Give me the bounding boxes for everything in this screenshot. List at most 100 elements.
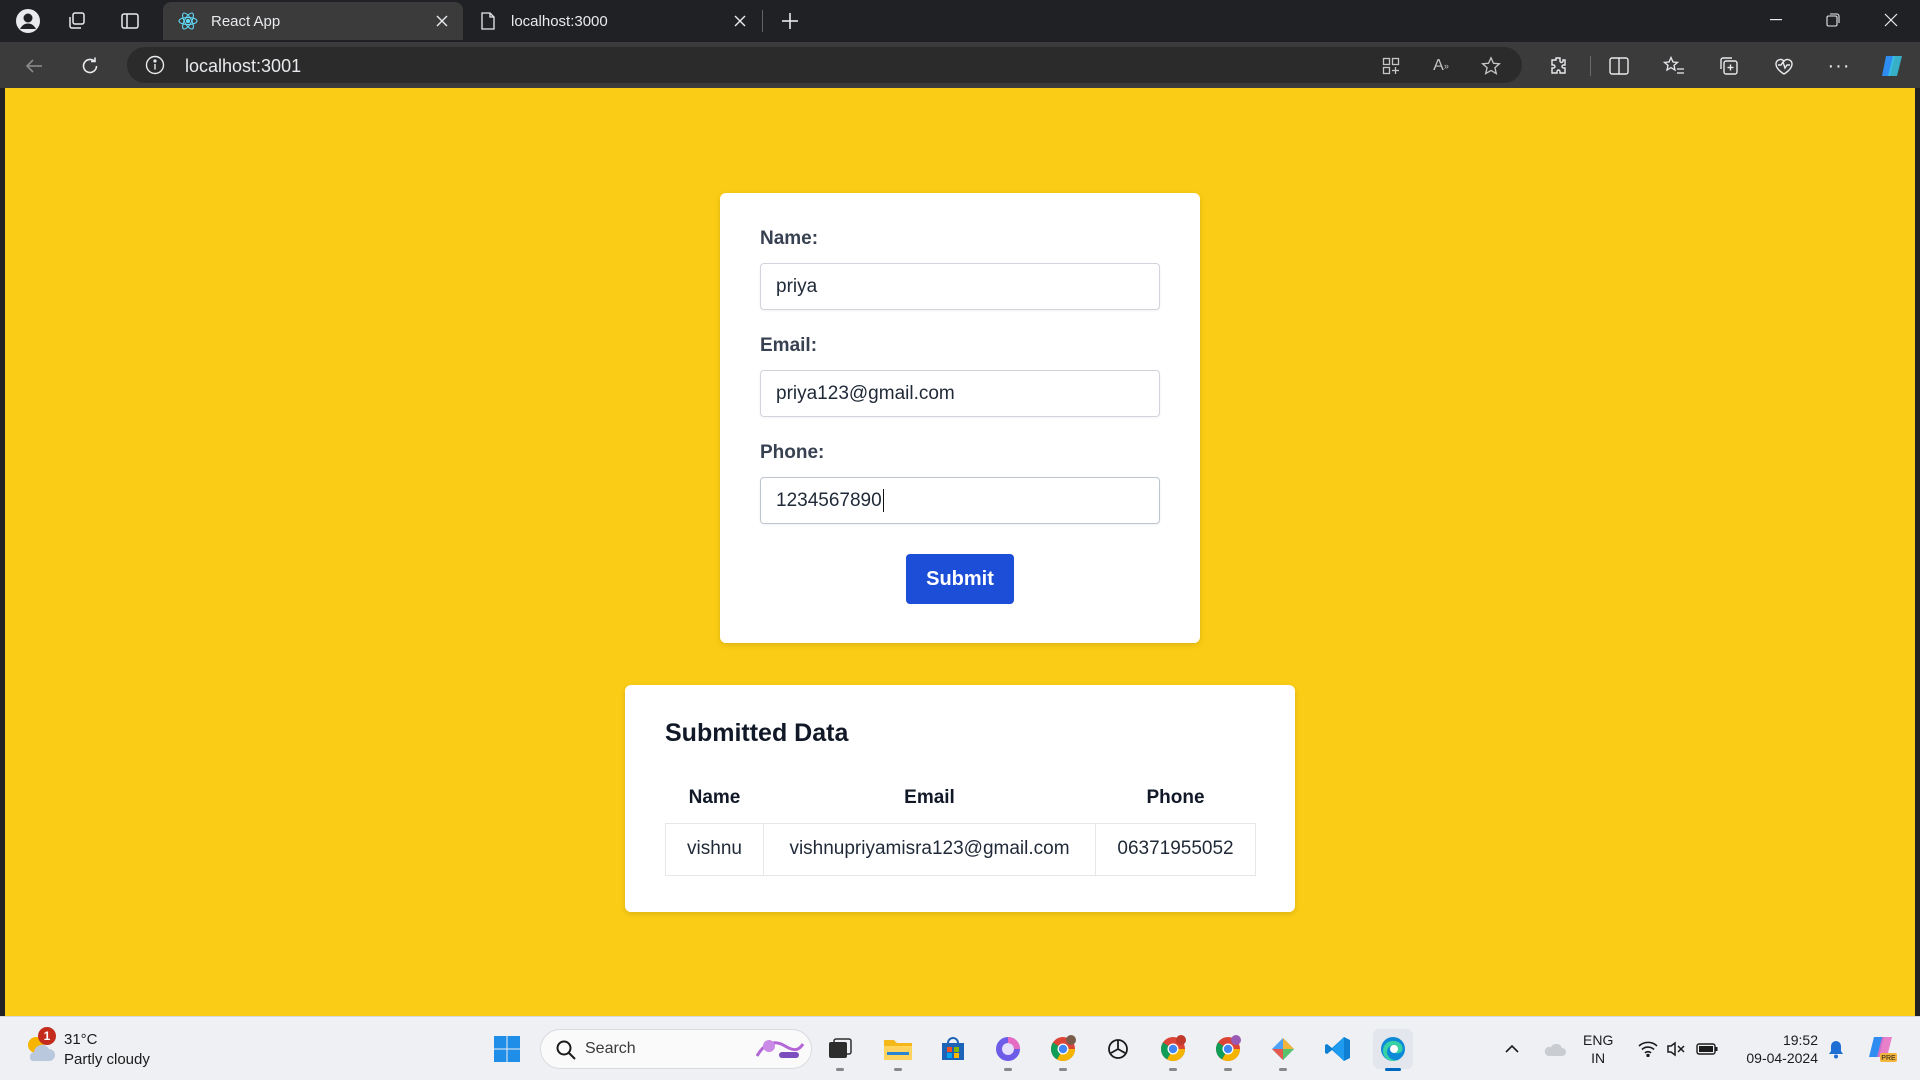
tab-title: localhost:3000 (511, 12, 608, 30)
browser-toolbar: localhost:3001 A» ··· (0, 42, 1920, 88)
name-input-value: priya (776, 275, 818, 297)
tab-title: React App (211, 12, 281, 30)
contact-form-card: Name: priya Email: priya123@gmail.com Ph… (720, 193, 1200, 643)
cell-name: vishnu (665, 822, 764, 876)
restore-icon[interactable] (1805, 0, 1861, 40)
input-language-indicator[interactable]: ENG IN (1583, 1031, 1613, 1067)
email-input-value: priya123@gmail.com (776, 382, 955, 404)
taskbar-search-box[interactable]: Search (540, 1029, 812, 1069)
refresh-icon[interactable] (74, 50, 106, 82)
submitted-data-card: Submitted Data Name Email Phone vishnu v… (625, 685, 1295, 912)
chrome-profile-2-icon[interactable] (1153, 1029, 1193, 1071)
search-icon (555, 1039, 577, 1061)
running-indicator (1004, 1068, 1012, 1071)
clock-date: 09-04-2024 (1746, 1050, 1818, 1066)
system-clock[interactable]: 19:52 09-04-2024 (1732, 1031, 1818, 1067)
clock-time: 19:52 (1782, 1032, 1818, 1048)
url-text[interactable]: localhost:3001 (185, 56, 301, 77)
notification-bell-icon[interactable] (1822, 1035, 1850, 1063)
email-label: Email: (760, 335, 818, 356)
speaker-muted-icon[interactable] (1662, 1035, 1690, 1063)
copilot-app-icon[interactable] (988, 1029, 1028, 1071)
browser-tab-bar: React App localhost:3000 (0, 0, 1920, 42)
tab-localhost-3000[interactable]: localhost:3000 (463, 2, 761, 40)
name-input[interactable]: priya (760, 263, 1160, 310)
site-info-icon[interactable] (145, 55, 165, 75)
browser-essentials-icon[interactable] (1769, 51, 1799, 81)
tab-close-icon[interactable] (429, 8, 455, 34)
read-aloud-icon[interactable]: A» (1429, 54, 1453, 78)
column-header-name: Name (688, 786, 741, 808)
submit-button[interactable]: Submit (906, 554, 1014, 604)
app-available-icon[interactable] (1379, 54, 1403, 78)
back-arrow-icon[interactable] (18, 50, 50, 82)
profile-icon[interactable] (14, 7, 42, 35)
show-hidden-icons-chevron-icon[interactable] (1498, 1035, 1526, 1063)
split-screen-icon[interactable] (1604, 51, 1634, 81)
chrome-profile-3-icon[interactable] (1208, 1029, 1248, 1071)
chatgpt-icon[interactable] (1098, 1029, 1138, 1069)
running-indicator (1169, 1068, 1177, 1071)
running-indicator (894, 1068, 902, 1071)
wifi-icon[interactable] (1634, 1035, 1662, 1063)
weather-widget[interactable]: 1 31°C Partly cloudy (18, 1027, 168, 1071)
text-caret (882, 489, 885, 512)
copilot-icon[interactable] (1878, 51, 1908, 81)
start-windows-icon[interactable] (487, 1029, 527, 1069)
region-code: IN (1591, 1050, 1606, 1066)
minimize-icon[interactable] (1748, 0, 1804, 40)
battery-charging-icon[interactable] (1693, 1035, 1721, 1063)
cell-email: vishnupriyamisra123@gmail.com (763, 822, 1096, 876)
svg-text:PRE: PRE (1881, 1055, 1896, 1062)
address-bar[interactable]: localhost:3001 A» (127, 47, 1522, 83)
vscode-icon[interactable] (1318, 1029, 1358, 1069)
tab-actions-icon[interactable] (116, 7, 144, 35)
close-window-icon[interactable] (1863, 0, 1919, 40)
gemini-app-icon[interactable] (1263, 1029, 1303, 1071)
new-tab-plus-icon[interactable] (775, 7, 805, 35)
more-options-icon[interactable]: ··· (1824, 51, 1854, 81)
running-indicator (1059, 1068, 1067, 1071)
phone-label: Phone: (760, 442, 825, 463)
chrome-profile-1-icon[interactable] (1043, 1029, 1083, 1071)
copilot-preview-icon[interactable]: PRE (1864, 1031, 1900, 1067)
table-row: vishnu vishnupriyamisra123@gmail.com 063… (665, 822, 1256, 876)
running-indicator (1224, 1068, 1232, 1071)
tab-divider (762, 10, 763, 32)
favorite-star-icon[interactable] (1479, 54, 1503, 78)
page-icon (477, 10, 499, 32)
onedrive-cloud-icon[interactable] (1540, 1035, 1568, 1063)
weather-temperature: 31°C (64, 1031, 98, 1048)
search-highlight-illustration-icon (753, 1034, 805, 1064)
favorites-icon[interactable] (1659, 51, 1689, 81)
weather-condition: Partly cloudy (64, 1051, 150, 1068)
toolbar-divider (1590, 56, 1591, 76)
workspaces-icon[interactable] (63, 7, 91, 35)
name-label: Name: (760, 228, 819, 249)
column-header-email: Email (904, 786, 955, 808)
task-view-icon[interactable] (820, 1029, 860, 1071)
phone-input-value: 1234567890 (776, 489, 882, 511)
windows-taskbar: 1 31°C Partly cloudy Search ENG IN 19:52… (0, 1016, 1920, 1080)
language-code: ENG (1583, 1032, 1614, 1048)
react-logo-icon (177, 10, 199, 32)
microsoft-store-icon[interactable] (933, 1029, 973, 1069)
submitted-data-title: Submitted Data (665, 719, 849, 747)
collections-icon[interactable] (1714, 51, 1744, 81)
submitted-data-table: Name Email Phone vishnu vishnupriyamisra… (665, 773, 1256, 876)
cell-phone: 06371955052 (1095, 822, 1256, 876)
phone-input[interactable]: 1234567890 (760, 477, 1160, 524)
weather-notification-badge: 1 (38, 1027, 56, 1045)
edge-browser-icon[interactable] (1373, 1029, 1413, 1071)
column-header-phone: Phone (1146, 786, 1205, 808)
email-input[interactable]: priya123@gmail.com (760, 370, 1160, 417)
file-explorer-icon[interactable] (878, 1029, 918, 1071)
table-header-row: Name Email Phone (666, 773, 1256, 823)
search-placeholder: Search (585, 1040, 636, 1057)
extensions-icon[interactable] (1543, 51, 1573, 81)
running-indicator (1385, 1068, 1401, 1071)
page-viewport: Name: priya Email: priya123@gmail.com Ph… (5, 88, 1915, 1016)
tab-react-app[interactable]: React App (163, 2, 463, 40)
tab-close-icon[interactable] (727, 8, 753, 34)
running-indicator (1279, 1068, 1287, 1071)
